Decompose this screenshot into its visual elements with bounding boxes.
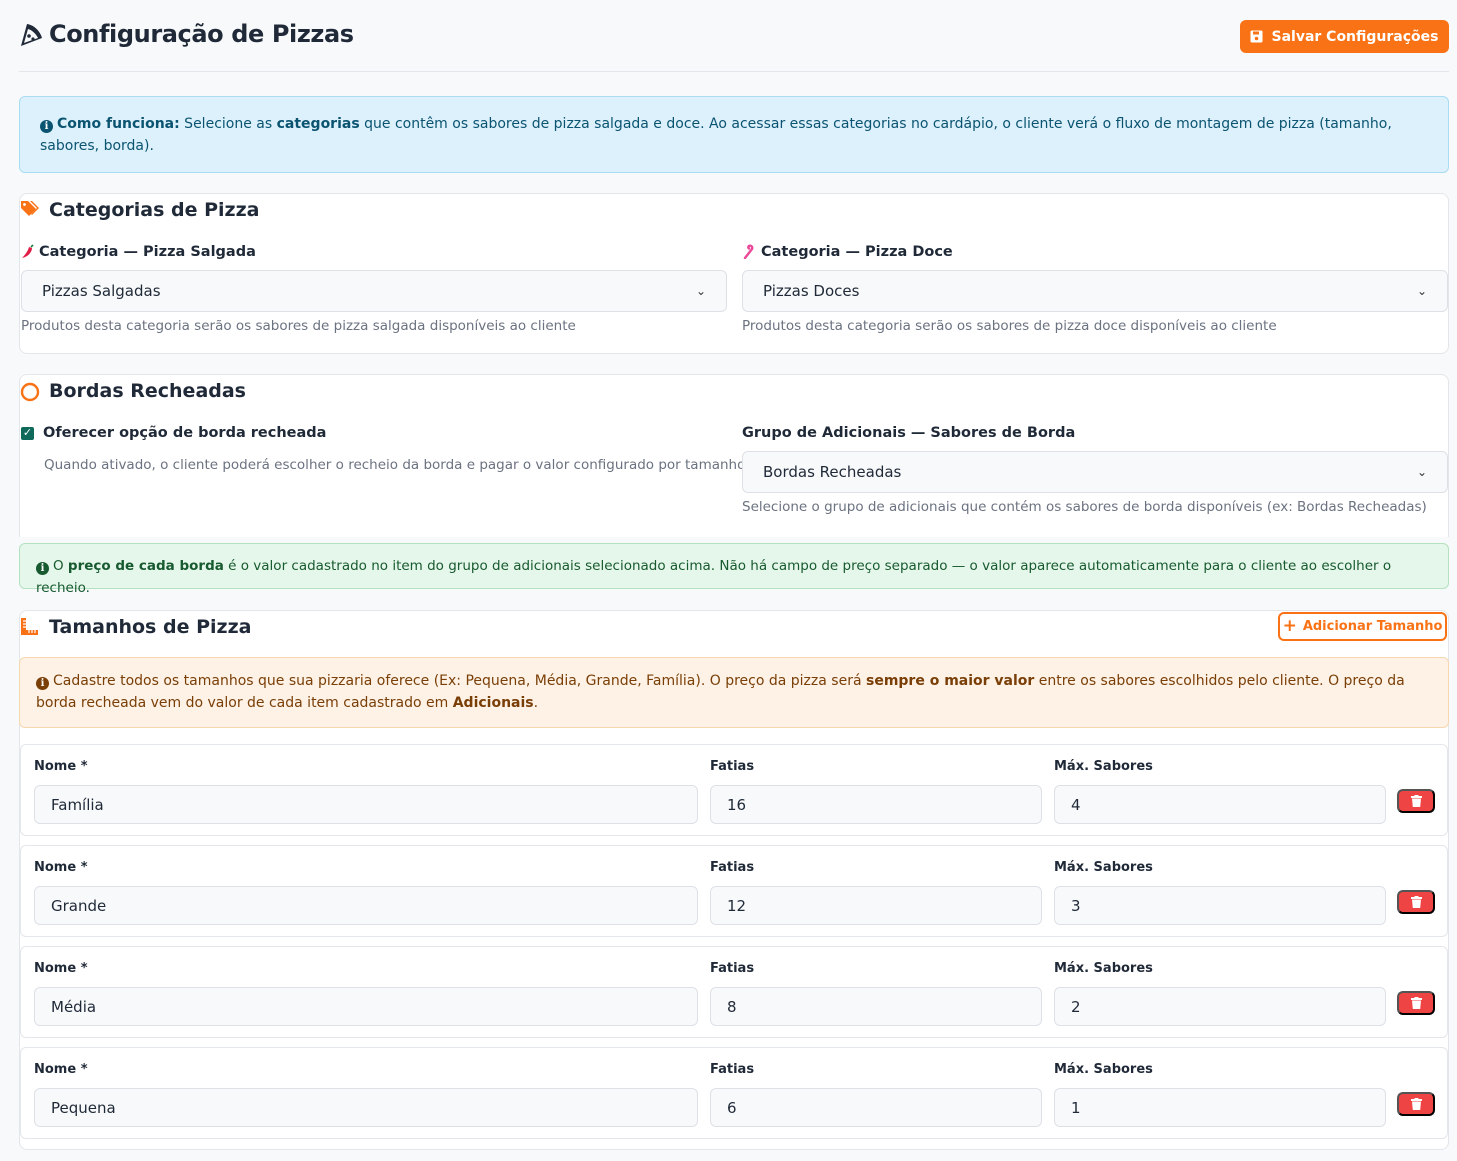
- info-icon: i: [36, 677, 49, 690]
- trash-icon: [1410, 997, 1422, 1009]
- slices-input[interactable]: 6: [710, 1088, 1042, 1127]
- size-row: Nome * Fatias Máx. Sabores Média 8 2: [20, 946, 1448, 1038]
- how-it-works-alert: i Como funciona: Selecione as categorias …: [19, 96, 1449, 173]
- info-icon: i: [36, 562, 49, 575]
- slices-label: Fatias: [710, 860, 755, 875]
- alert-strong: Adicionais: [452, 695, 534, 711]
- size-row: Nome * Fatias Máx. Sabores Pequena 6 1: [20, 1047, 1448, 1139]
- trash-icon: [1410, 896, 1422, 908]
- size-rows: Nome * Fatias Máx. Sabores Família 16 4 Nome *…: [19, 744, 1449, 1144]
- max-flavors-label: Máx. Sabores: [1054, 1062, 1153, 1077]
- section-title: Tamanhos de Pizza: [49, 616, 252, 638]
- stuffed-crust-card: Bordas Recheadas ✓ Oferecer opção de bor…: [19, 374, 1449, 537]
- sizes-info-alert: i Cadastre todos os tamanhos que sua pizz…: [19, 657, 1449, 728]
- floppy-disk-icon: [1250, 30, 1263, 43]
- salgada-category-label: Categoria — Pizza Salgada: [39, 244, 256, 260]
- stuffed-crust-help: Quando ativado, o cliente poderá escolhe…: [44, 457, 746, 473]
- name-label: Nome *: [34, 961, 88, 976]
- delete-size-button[interactable]: [1397, 991, 1435, 1015]
- max-flavors-input[interactable]: 3: [1054, 886, 1386, 925]
- section-title: Bordas Recheadas: [49, 380, 246, 402]
- max-flavors-input[interactable]: 2: [1054, 987, 1386, 1026]
- slices-label: Fatias: [710, 961, 755, 976]
- doce-category-help: Produtos desta categoria serão os sabore…: [742, 318, 1277, 334]
- salgada-category-select[interactable]: Pizzas Salgadas ⌄: [21, 270, 727, 312]
- max-flavors-label: Máx. Sabores: [1054, 961, 1153, 976]
- selected-value: Bordas Recheadas: [763, 463, 902, 481]
- chevron-down-icon: ⌄: [695, 284, 706, 298]
- add-size-button[interactable]: + Adicionar Tamanho: [1278, 612, 1447, 641]
- size-name-input[interactable]: Família: [34, 785, 698, 824]
- pizza-categories-card: Categorias de Pizza Categoria — Pizza Sa…: [19, 193, 1449, 354]
- chevron-down-icon: ⌄: [1416, 465, 1427, 479]
- salgada-category-help: Produtos desta categoria serão os sabore…: [21, 318, 576, 334]
- slices-label: Fatias: [710, 1062, 755, 1077]
- alert-lead: Como funciona:: [57, 116, 180, 132]
- name-label: Nome *: [34, 759, 88, 774]
- pizza-icon: [21, 24, 42, 46]
- name-label: Nome *: [34, 860, 88, 875]
- slices-input[interactable]: 16: [710, 785, 1042, 824]
- alert-strong: preço de cada borda: [67, 558, 224, 574]
- max-flavors-label: Máx. Sabores: [1054, 759, 1153, 774]
- stuffed-crust-checkbox[interactable]: ✓: [21, 427, 34, 440]
- max-flavors-input[interactable]: 4: [1054, 785, 1386, 824]
- size-name-input[interactable]: Pequena: [34, 1088, 698, 1127]
- crust-group-label: Grupo de Adicionais — Sabores de Borda: [742, 425, 1076, 441]
- alert-text: .: [533, 695, 539, 711]
- info-icon: i: [40, 120, 53, 133]
- alert-strong: sempre o maior valor: [865, 673, 1035, 689]
- alert-text: O: [53, 558, 68, 574]
- alert-strong: categorias: [276, 116, 360, 132]
- tags-icon: [21, 201, 39, 216]
- crust-group-select[interactable]: Bordas Recheadas ⌄: [742, 451, 1448, 493]
- doce-category-select[interactable]: Pizzas Doces ⌄: [742, 270, 1448, 312]
- slices-input[interactable]: 12: [710, 886, 1042, 925]
- alert-text: Selecione as: [179, 116, 277, 132]
- size-row: Nome * Fatias Máx. Sabores Família 16 4: [20, 744, 1448, 836]
- slices-label: Fatias: [710, 759, 755, 774]
- crust-group-help: Selecione o grupo de adicionais que cont…: [742, 499, 1427, 515]
- name-label: Nome *: [34, 1062, 88, 1077]
- size-name-input[interactable]: Média: [34, 987, 698, 1026]
- plus-icon: +: [1282, 616, 1297, 636]
- page-header: Configuração de Pizzas Salvar Configuraç…: [19, 0, 1449, 72]
- delete-size-button[interactable]: [1397, 1092, 1435, 1116]
- alert-text: é o valor cadastrado no item do grupo de…: [36, 558, 1392, 596]
- ring-icon: [20, 382, 40, 402]
- candy-cane-icon: [743, 244, 754, 259]
- ruler-icon: [21, 618, 38, 635]
- size-row: Nome * Fatias Máx. Sabores Grande 12 3: [20, 845, 1448, 937]
- pepper-icon: [22, 244, 34, 258]
- slices-input[interactable]: 8: [710, 987, 1042, 1026]
- doce-category-label: Categoria — Pizza Doce: [761, 244, 953, 260]
- trash-icon: [1410, 795, 1422, 807]
- trash-icon: [1410, 1098, 1422, 1110]
- selected-value: Pizzas Doces: [763, 282, 860, 300]
- delete-size-button[interactable]: [1397, 789, 1435, 813]
- section-title: Categorias de Pizza: [49, 199, 260, 221]
- size-name-input[interactable]: Grande: [34, 886, 698, 925]
- max-flavors-input[interactable]: 1: [1054, 1088, 1386, 1127]
- crust-price-alert: iO preço de cada borda é o valor cadastr…: [19, 543, 1449, 596]
- selected-value: Pizzas Salgadas: [42, 282, 161, 300]
- chevron-down-icon: ⌄: [1416, 284, 1427, 298]
- max-flavors-label: Máx. Sabores: [1054, 860, 1153, 875]
- stuffed-crust-checkbox-label[interactable]: Oferecer opção de borda recheada: [43, 425, 326, 441]
- save-settings-label: Salvar Configurações: [1271, 28, 1439, 45]
- alert-text: Cadastre todos os tamanhos que sua pizza…: [53, 673, 866, 689]
- save-settings-button[interactable]: Salvar Configurações: [1240, 20, 1449, 53]
- page-title: Configuração de Pizzas: [49, 20, 354, 48]
- add-size-label: Adicionar Tamanho: [1302, 619, 1443, 634]
- delete-size-button[interactable]: [1397, 890, 1435, 914]
